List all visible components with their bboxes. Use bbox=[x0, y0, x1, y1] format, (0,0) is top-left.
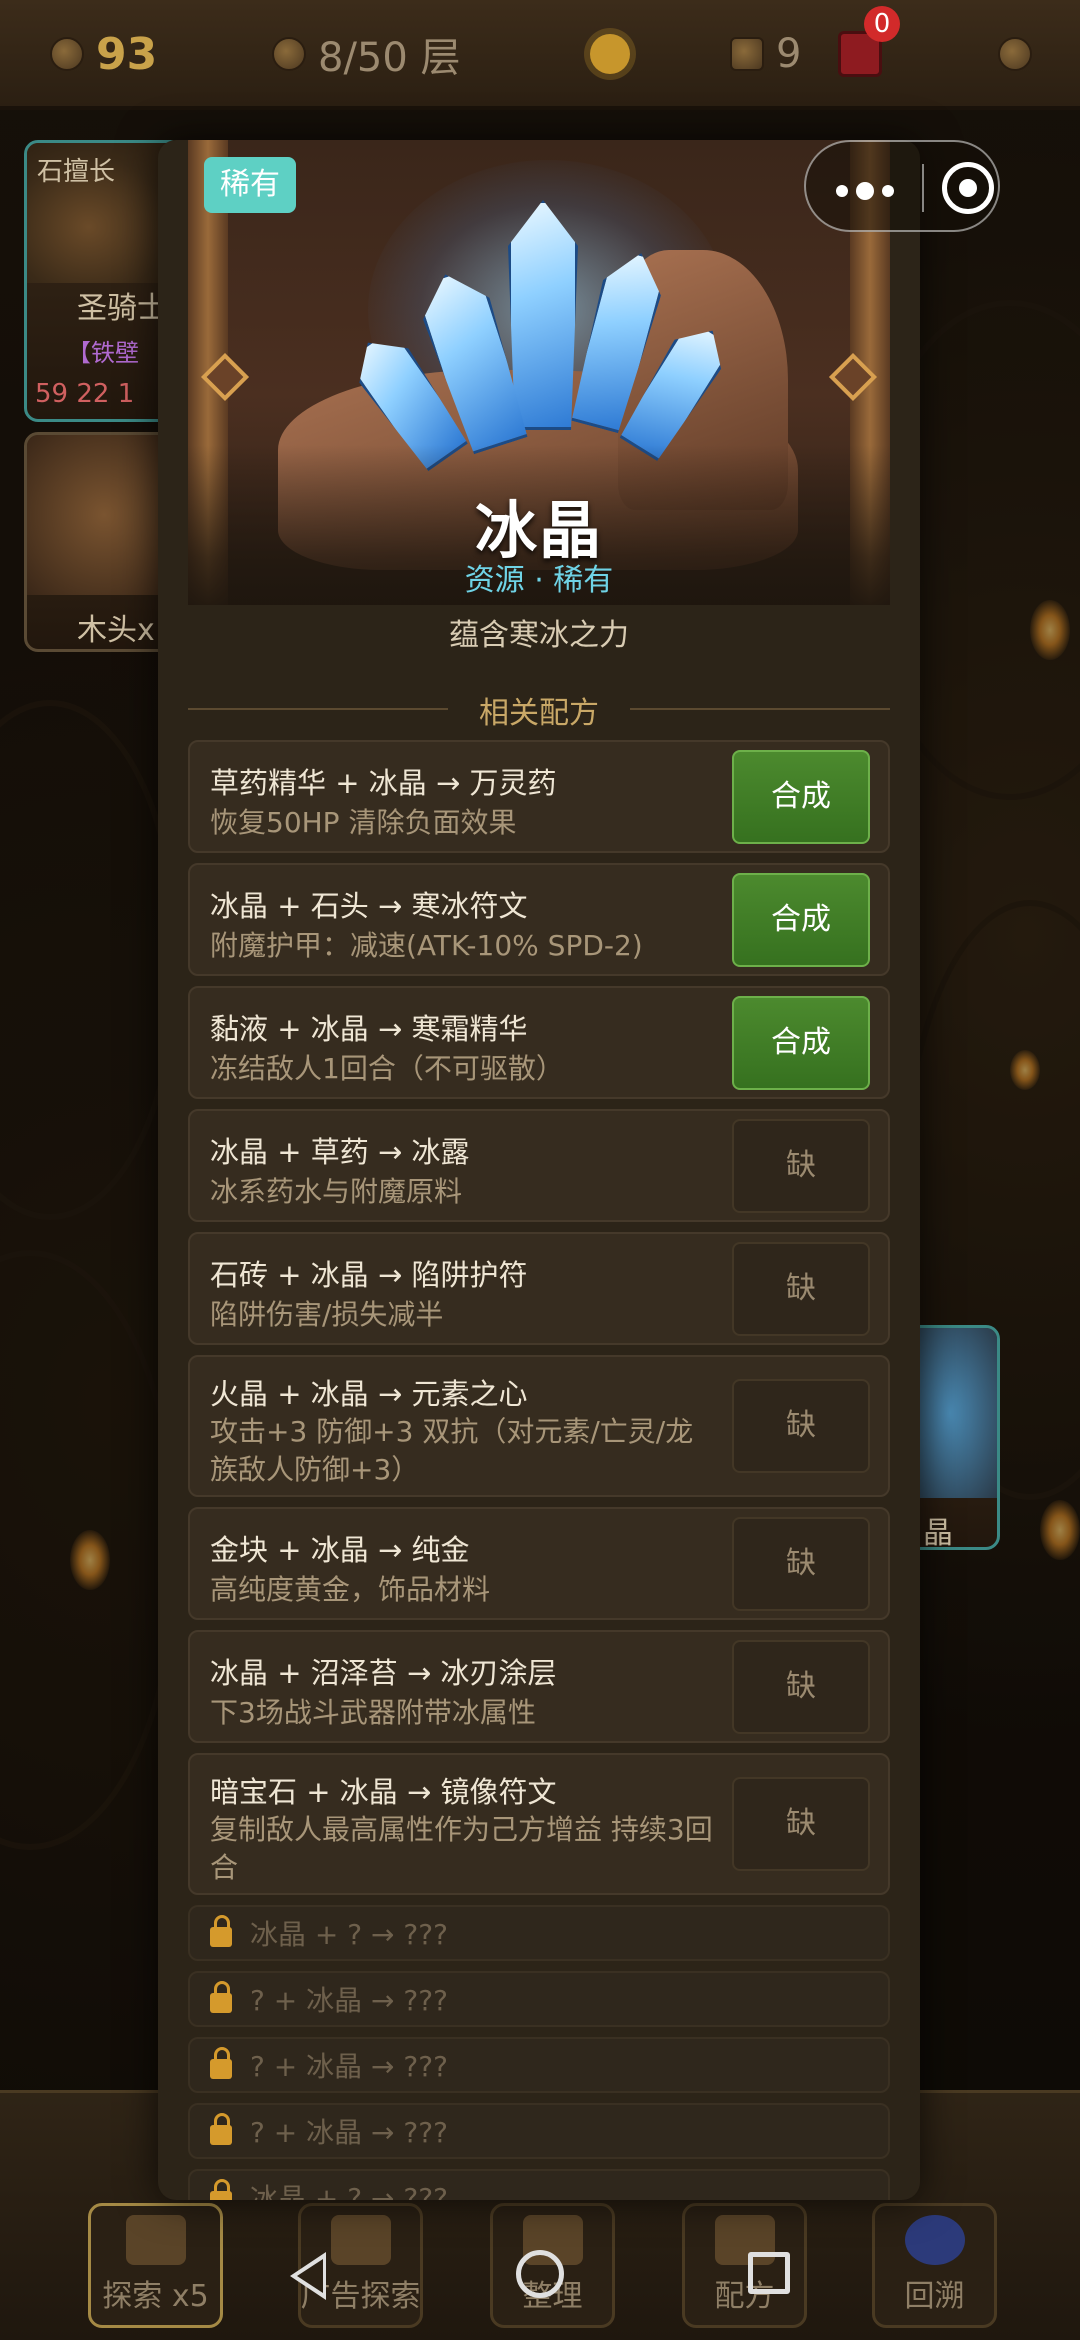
locked-recipe-text: ? + 冰晶 → ??? bbox=[250, 2050, 448, 2083]
home-icon[interactable] bbox=[516, 2250, 564, 2298]
recipe-effect: 复制敌人最高属性作为己方增益 持续3回合 bbox=[210, 1813, 713, 1884]
wood-card-name: 木头x bbox=[77, 613, 155, 648]
recipe-formula: 黏液 + 冰晶 → 寒霜精华 bbox=[210, 1012, 528, 1046]
locked-recipe-text: 冰晶 + ? → ??? bbox=[250, 2182, 448, 2200]
locked-recipe-row: 冰晶 + ? → ??? bbox=[188, 2169, 890, 2200]
recipe-row: 金块 + 冰晶 → 纯金 高纯度黄金，饰品材料 缺 bbox=[188, 1507, 890, 1620]
recipe-row: 黏液 + 冰晶 → 寒霜精华 冻结敌人1回合（不可驱散） 合成 bbox=[188, 986, 890, 1099]
recipe-effect: 攻击+3 防御+3 双抗（对元素/亡灵/龙族敌人防御+3） bbox=[210, 1415, 694, 1486]
miniprogram-capsule bbox=[804, 140, 1000, 232]
system-nav-bar bbox=[0, 2230, 1080, 2340]
coin-icon bbox=[50, 37, 84, 71]
locked-recipe-row: ? + 冰晶 → ??? bbox=[188, 1971, 890, 2027]
locked-recipe-text: 冰晶 + ? → ??? bbox=[250, 1918, 448, 1951]
locked-recipe-row: 冰晶 + ? → ??? bbox=[188, 1905, 890, 1961]
recipe-row: 火晶 + 冰晶 → 元素之心 攻击+3 防御+3 双抗（对元素/亡灵/龙族敌人防… bbox=[188, 1355, 890, 1497]
lock-icon bbox=[210, 1981, 232, 2013]
close-target-icon[interactable] bbox=[942, 162, 994, 214]
recipe-row: 石砖 + 冰晶 → 陷阱护符 陷阱伤害/损失减半 缺 bbox=[188, 1232, 890, 1345]
locked-recipe-row: ? + 冰晶 → ??? bbox=[188, 2037, 890, 2093]
cards-icon bbox=[730, 37, 764, 71]
recipe-formula: 草药精华 + 冰晶 → 万灵药 bbox=[210, 766, 557, 800]
craft-button[interactable]: 合成 bbox=[732, 750, 870, 844]
recipe-formula: 冰晶 + 石头 → 寒冰符文 bbox=[210, 889, 528, 923]
recipe-effect: 恢复50HP 清除负面效果 bbox=[210, 806, 517, 839]
lock-icon bbox=[210, 2179, 232, 2200]
gold-value: 93 bbox=[96, 28, 158, 80]
missing-button[interactable]: 缺 bbox=[732, 1119, 870, 1213]
locked-recipe-text: ? + 冰晶 → ??? bbox=[250, 1984, 448, 2017]
cards-value: 9 bbox=[776, 31, 802, 77]
card-counter: 9 bbox=[730, 24, 801, 84]
gold-counter: 93 bbox=[50, 24, 157, 84]
chest-button[interactable]: 0 bbox=[838, 6, 900, 84]
sun-icon bbox=[590, 34, 630, 74]
recipe-formula: 火晶 + 冰晶 → 元素之心 bbox=[210, 1377, 528, 1411]
menu-icon bbox=[998, 37, 1032, 71]
chest-badge: 0 bbox=[864, 6, 900, 42]
recipe-formula: 金块 + 冰晶 → 纯金 bbox=[210, 1533, 470, 1567]
recipe-formula: 暗宝石 + 冰晶 → 镜像符文 bbox=[210, 1775, 557, 1809]
hero-card-tag: 石擅长 bbox=[37, 157, 116, 187]
floor-value: 8/50 层 bbox=[318, 35, 461, 81]
hero-card-name: 圣骑士 bbox=[77, 291, 167, 326]
back-icon[interactable] bbox=[290, 2252, 326, 2300]
recipe-row: 冰晶 + 草药 → 冰露 冰系药水与附魔原料 缺 bbox=[188, 1109, 890, 1222]
craft-button[interactable]: 合成 bbox=[732, 873, 870, 967]
more-icon[interactable] bbox=[836, 182, 894, 200]
item-detail-modal: 稀有 冰晶 资源 · 稀有 蕴含寒冰之力 相关配方 草药精华 + 冰晶 → 万灵… bbox=[158, 140, 920, 2200]
craft-button[interactable]: 合成 bbox=[732, 996, 870, 1090]
recent-apps-icon[interactable] bbox=[748, 2252, 790, 2294]
missing-button[interactable]: 缺 bbox=[732, 1640, 870, 1734]
recipe-effect: 高纯度黄金，饰品材料 bbox=[210, 1573, 491, 1606]
day-indicator[interactable] bbox=[590, 24, 630, 84]
top-status-bar: 93 8/50 层 9 0 bbox=[0, 0, 1080, 110]
recipe-formula: 石砖 + 冰晶 → 陷阱护符 bbox=[210, 1258, 528, 1292]
locked-recipe-text: ? + 冰晶 → ??? bbox=[250, 2116, 448, 2149]
missing-button[interactable]: 缺 bbox=[732, 1379, 870, 1473]
lock-icon bbox=[210, 2113, 232, 2145]
section-title-text: 相关配方 bbox=[479, 696, 599, 731]
crystal-card-name: 晶 bbox=[923, 1516, 953, 1550]
recipe-row: 草药精华 + 冰晶 → 万灵药 恢复50HP 清除负面效果 合成 bbox=[188, 740, 890, 853]
recipe-effect: 冻结敌人1回合（不可驱散） bbox=[210, 1052, 564, 1085]
recipe-row: 冰晶 + 石头 → 寒冰符文 附魔护甲：减速(ATK-10% SPD-2) 合成 bbox=[188, 863, 890, 976]
recipe-formula: 冰晶 + 沼泽苔 → 冰刃涂层 bbox=[210, 1656, 557, 1690]
recipe-effect: 下3场战斗武器附带冰属性 bbox=[210, 1696, 536, 1729]
section-title: 相关配方 bbox=[188, 688, 890, 731]
recipe-row: 暗宝石 + 冰晶 → 镜像符文 复制敌人最高属性作为己方增益 持续3回合 缺 bbox=[188, 1753, 890, 1895]
item-subtitle: 资源 · 稀有 bbox=[464, 563, 614, 598]
lock-icon bbox=[210, 1915, 232, 1947]
recipe-effect: 附魔护甲：减速(ATK-10% SPD-2) bbox=[210, 929, 643, 962]
missing-button[interactable]: 缺 bbox=[732, 1242, 870, 1336]
floor-counter: 8/50 层 bbox=[272, 24, 461, 84]
recipe-formula: 冰晶 + 草药 → 冰露 bbox=[210, 1135, 470, 1169]
lock-icon bbox=[210, 2047, 232, 2079]
recipe-list: 草药精华 + 冰晶 → 万灵药 恢复50HP 清除负面效果 合成 冰晶 + 石头… bbox=[188, 740, 890, 2200]
settings-button[interactable] bbox=[998, 24, 1032, 84]
rarity-badge: 稀有 bbox=[204, 157, 296, 213]
recipe-effect: 陷阱伤害/损失减半 bbox=[210, 1298, 444, 1331]
hero-card-stats: 59 22 1 bbox=[35, 379, 135, 409]
recipe-effect: 冰系药水与附魔原料 bbox=[210, 1175, 463, 1208]
hero-card-sub: 【铁壁 bbox=[67, 339, 139, 367]
floor-icon bbox=[272, 37, 306, 71]
recipe-row: 冰晶 + 沼泽苔 → 冰刃涂层 下3场战斗武器附带冰属性 缺 bbox=[188, 1630, 890, 1743]
locked-recipe-row: ? + 冰晶 → ??? bbox=[188, 2103, 890, 2159]
item-description: 蕴含寒冰之力 bbox=[449, 618, 629, 653]
missing-button[interactable]: 缺 bbox=[732, 1517, 870, 1611]
missing-button[interactable]: 缺 bbox=[732, 1777, 870, 1871]
